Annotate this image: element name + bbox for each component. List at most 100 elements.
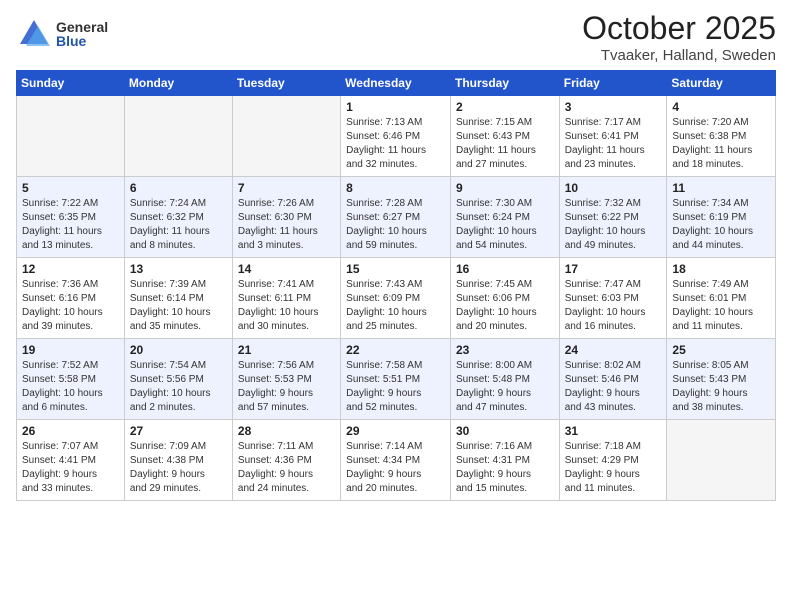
- day-info: Sunrise: 8:00 AM Sunset: 5:48 PM Dayligh…: [456, 359, 554, 415]
- day-number: 28: [238, 424, 335, 438]
- day-number: 16: [456, 262, 554, 276]
- day-number: 19: [22, 343, 119, 357]
- calendar-cell: 4 Sunrise: 7:20 AM Sunset: 6:38 PM Daylig…: [667, 96, 776, 177]
- calendar-cell: 6Sunrise: 7:24 AM Sunset: 6:32 PM Daylig…: [124, 177, 232, 258]
- weekday-header-tuesday: Tuesday: [232, 71, 340, 96]
- day-number: 25: [672, 343, 770, 357]
- calendar-cell: 31 Sunrise: 7:18 AM Sunset: 4:29 PM Dayli…: [559, 420, 667, 501]
- logo-icon: [16, 16, 52, 52]
- weekday-header-row: SundayMondayTuesdayWednesdayThursdayFrid…: [17, 71, 776, 96]
- calendar-cell: 30Sunrise: 7:16 AM Sunset: 4:31 PM Dayli…: [450, 420, 559, 501]
- calendar-cell: 2 Sunrise: 7:15 AM Sunset: 6:43 PM Daylig…: [450, 96, 559, 177]
- logo-text: General Blue: [56, 20, 108, 48]
- day-info: Sunrise: 7:15 AM Sunset: 6:43 PM Dayligh…: [456, 116, 554, 172]
- day-info: Sunrise: 7:56 AM Sunset: 5:53 PM Dayligh…: [238, 359, 335, 415]
- title-block: October 2025 Tvaaker, Halland, Sweden: [582, 10, 776, 64]
- day-info: Sunrise: 7:36 AM Sunset: 6:16 PM Dayligh…: [22, 278, 119, 334]
- day-number: 12: [22, 262, 119, 276]
- day-info: Sunrise: 7:49 AM Sunset: 6:01 PM Dayligh…: [672, 278, 770, 334]
- calendar-week-row: 19 Sunrise: 7:52 AM Sunset: 5:58 PM Dayli…: [17, 339, 776, 420]
- calendar-cell: 3Sunrise: 7:17 AM Sunset: 6:41 PM Daylig…: [559, 96, 667, 177]
- calendar-cell: [124, 96, 232, 177]
- day-info: Sunrise: 7:07 AM Sunset: 4:41 PM Dayligh…: [22, 440, 119, 496]
- calendar-cell: 20Sunrise: 7:54 AM Sunset: 5:56 PM Dayli…: [124, 339, 232, 420]
- logo-blue-text: Blue: [56, 34, 108, 48]
- calendar-cell: 9 Sunrise: 7:30 AM Sunset: 6:24 PM Daylig…: [450, 177, 559, 258]
- day-info: Sunrise: 7:20 AM Sunset: 6:38 PM Dayligh…: [672, 116, 770, 172]
- calendar-cell: 25 Sunrise: 8:05 AM Sunset: 5:43 PM Dayli…: [667, 339, 776, 420]
- weekday-header-friday: Friday: [559, 71, 667, 96]
- day-number: 11: [672, 181, 770, 195]
- calendar-cell: 7 Sunrise: 7:26 AM Sunset: 6:30 PM Daylig…: [232, 177, 340, 258]
- day-info: Sunrise: 7:26 AM Sunset: 6:30 PM Dayligh…: [238, 197, 335, 253]
- calendar-cell: 13Sunrise: 7:39 AM Sunset: 6:14 PM Dayli…: [124, 258, 232, 339]
- day-number: 17: [565, 262, 662, 276]
- day-number: 4: [672, 100, 770, 114]
- page: General Blue October 2025 Tvaaker, Halla…: [0, 0, 792, 517]
- calendar-cell: 1Sunrise: 7:13 AM Sunset: 6:46 PM Daylig…: [341, 96, 451, 177]
- logo-general-text: General: [56, 20, 108, 34]
- calendar-cell: 22Sunrise: 7:58 AM Sunset: 5:51 PM Dayli…: [341, 339, 451, 420]
- day-number: 29: [346, 424, 445, 438]
- day-info: Sunrise: 8:05 AM Sunset: 5:43 PM Dayligh…: [672, 359, 770, 415]
- day-number: 26: [22, 424, 119, 438]
- day-info: Sunrise: 8:02 AM Sunset: 5:46 PM Dayligh…: [565, 359, 662, 415]
- calendar-cell: 23 Sunrise: 8:00 AM Sunset: 5:48 PM Dayli…: [450, 339, 559, 420]
- day-number: 24: [565, 343, 662, 357]
- day-number: 23: [456, 343, 554, 357]
- weekday-header-saturday: Saturday: [667, 71, 776, 96]
- day-info: Sunrise: 7:30 AM Sunset: 6:24 PM Dayligh…: [456, 197, 554, 253]
- calendar-cell: 19 Sunrise: 7:52 AM Sunset: 5:58 PM Dayli…: [17, 339, 125, 420]
- day-number: 7: [238, 181, 335, 195]
- calendar-table: SundayMondayTuesdayWednesdayThursdayFrid…: [16, 70, 776, 501]
- calendar-cell: 26 Sunrise: 7:07 AM Sunset: 4:41 PM Dayli…: [17, 420, 125, 501]
- calendar-cell: 29 Sunrise: 7:14 AM Sunset: 4:34 PM Dayli…: [341, 420, 451, 501]
- day-info: Sunrise: 7:41 AM Sunset: 6:11 PM Dayligh…: [238, 278, 335, 334]
- calendar-cell: 18 Sunrise: 7:49 AM Sunset: 6:01 PM Dayli…: [667, 258, 776, 339]
- weekday-header-monday: Monday: [124, 71, 232, 96]
- weekday-header-wednesday: Wednesday: [341, 71, 451, 96]
- day-info: Sunrise: 7:18 AM Sunset: 4:29 PM Dayligh…: [565, 440, 662, 496]
- calendar-cell: [667, 420, 776, 501]
- day-number: 21: [238, 343, 335, 357]
- day-info: Sunrise: 7:11 AM Sunset: 4:36 PM Dayligh…: [238, 440, 335, 496]
- logo: General Blue: [16, 16, 108, 52]
- calendar-cell: 15Sunrise: 7:43 AM Sunset: 6:09 PM Dayli…: [341, 258, 451, 339]
- day-number: 1: [346, 100, 445, 114]
- calendar-week-row: 26 Sunrise: 7:07 AM Sunset: 4:41 PM Dayli…: [17, 420, 776, 501]
- day-number: 10: [565, 181, 662, 195]
- calendar-cell: 12 Sunrise: 7:36 AM Sunset: 6:16 PM Dayli…: [17, 258, 125, 339]
- weekday-header-thursday: Thursday: [450, 71, 559, 96]
- day-number: 6: [130, 181, 227, 195]
- calendar-cell: 14Sunrise: 7:41 AM Sunset: 6:11 PM Dayli…: [232, 258, 340, 339]
- calendar-week-row: 1Sunrise: 7:13 AM Sunset: 6:46 PM Daylig…: [17, 96, 776, 177]
- calendar-cell: 10Sunrise: 7:32 AM Sunset: 6:22 PM Dayli…: [559, 177, 667, 258]
- calendar-cell: 17Sunrise: 7:47 AM Sunset: 6:03 PM Dayli…: [559, 258, 667, 339]
- day-number: 2: [456, 100, 554, 114]
- calendar-cell: [232, 96, 340, 177]
- day-info: Sunrise: 7:39 AM Sunset: 6:14 PM Dayligh…: [130, 278, 227, 334]
- day-number: 20: [130, 343, 227, 357]
- calendar-week-row: 5 Sunrise: 7:22 AM Sunset: 6:35 PM Daylig…: [17, 177, 776, 258]
- calendar-cell: [17, 96, 125, 177]
- day-info: Sunrise: 7:16 AM Sunset: 4:31 PM Dayligh…: [456, 440, 554, 496]
- calendar-cell: 8Sunrise: 7:28 AM Sunset: 6:27 PM Daylig…: [341, 177, 451, 258]
- day-number: 3: [565, 100, 662, 114]
- calendar-cell: 21 Sunrise: 7:56 AM Sunset: 5:53 PM Dayli…: [232, 339, 340, 420]
- day-number: 31: [565, 424, 662, 438]
- calendar-cell: 11 Sunrise: 7:34 AM Sunset: 6:19 PM Dayli…: [667, 177, 776, 258]
- day-info: Sunrise: 7:52 AM Sunset: 5:58 PM Dayligh…: [22, 359, 119, 415]
- day-number: 18: [672, 262, 770, 276]
- day-number: 9: [456, 181, 554, 195]
- day-number: 22: [346, 343, 445, 357]
- month-title: October 2025: [582, 10, 776, 47]
- calendar-cell: 27Sunrise: 7:09 AM Sunset: 4:38 PM Dayli…: [124, 420, 232, 501]
- day-number: 5: [22, 181, 119, 195]
- day-info: Sunrise: 7:14 AM Sunset: 4:34 PM Dayligh…: [346, 440, 445, 496]
- calendar-cell: 28 Sunrise: 7:11 AM Sunset: 4:36 PM Dayli…: [232, 420, 340, 501]
- day-number: 8: [346, 181, 445, 195]
- day-info: Sunrise: 7:34 AM Sunset: 6:19 PM Dayligh…: [672, 197, 770, 253]
- day-info: Sunrise: 7:22 AM Sunset: 6:35 PM Dayligh…: [22, 197, 119, 253]
- calendar-week-row: 12 Sunrise: 7:36 AM Sunset: 6:16 PM Dayli…: [17, 258, 776, 339]
- day-info: Sunrise: 7:09 AM Sunset: 4:38 PM Dayligh…: [130, 440, 227, 496]
